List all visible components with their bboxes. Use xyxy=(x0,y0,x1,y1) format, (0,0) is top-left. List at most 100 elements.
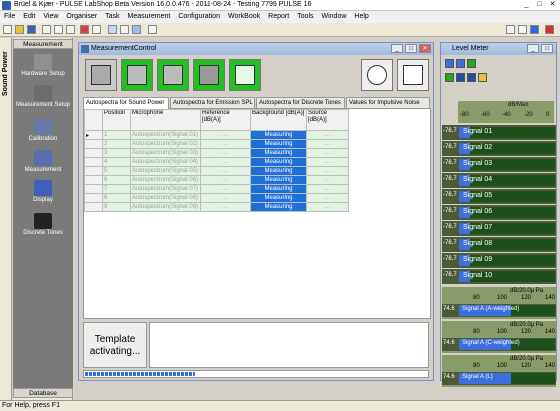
sound-power-tab[interactable]: Sound Power xyxy=(1,44,11,104)
table-icon[interactable] xyxy=(120,25,129,34)
table-row[interactable]: 6 Autospectrum(Signal 06)... Measuring... xyxy=(84,175,349,185)
cell-microphone[interactable]: Autospectrum(Signal 05) xyxy=(130,166,201,176)
tab-autospectra-emission-spl[interactable]: Autospectra for Emission SPL xyxy=(170,97,255,108)
cell-reference[interactable]: ... xyxy=(200,139,251,149)
col-header-background[interactable]: Background [dB(A)] xyxy=(250,109,307,131)
menu-view[interactable]: View xyxy=(39,11,62,23)
mc-close-button[interactable]: ✕ xyxy=(419,44,431,53)
col-header-microphone[interactable]: Microphone xyxy=(130,109,201,131)
record-icon[interactable] xyxy=(80,25,89,34)
menu-tools[interactable]: Tools xyxy=(293,11,317,23)
lm-minimize-button[interactable]: _ xyxy=(527,44,539,53)
copy-icon[interactable] xyxy=(54,25,63,34)
cut-icon[interactable] xyxy=(42,25,51,34)
table-row[interactable]: 7 Autospectrum(Signal 07)... Measuring... xyxy=(84,184,349,194)
nav-item-hardware-setup[interactable]: Hardware Setup xyxy=(13,54,73,77)
cell-background[interactable]: Measuring xyxy=(250,148,307,158)
menu-measurement[interactable]: Measurement xyxy=(124,11,175,23)
cell-position[interactable]: 7 xyxy=(102,184,131,194)
table-row[interactable]: 5 Autospectrum(Signal 05)... Measuring... xyxy=(84,166,349,176)
cell-background[interactable]: Measuring xyxy=(250,166,307,176)
cell-microphone[interactable]: Autospectrum(Signal 09) xyxy=(130,202,201,212)
cell-background[interactable]: Measuring xyxy=(250,139,307,149)
paste-icon[interactable] xyxy=(66,25,75,34)
col-header-reference[interactable]: Reference [dB(A)] xyxy=(200,109,251,131)
nav-item-display[interactable]: Display xyxy=(13,180,73,203)
menu-workbook[interactable]: WorkBook xyxy=(224,11,264,23)
maximize-button[interactable]: □ xyxy=(533,0,546,10)
mc-restore-button[interactable]: □ xyxy=(405,44,417,53)
arrow-down-icon[interactable] xyxy=(518,25,527,34)
cell-microphone[interactable]: Autospectrum(Signal 06) xyxy=(130,175,201,185)
tab-autospectra-sound-power[interactable]: Autospectra for Sound Power xyxy=(83,97,169,109)
table-row[interactable]: 8 Autospectrum(Signal 08)... Measuring... xyxy=(84,193,349,203)
new-icon[interactable] xyxy=(3,25,12,34)
calculator-button[interactable] xyxy=(193,59,225,91)
arrow-up-icon[interactable] xyxy=(506,25,515,34)
table-row[interactable]: 4 Autospectrum(Signal 04)... Measuring... xyxy=(84,157,349,167)
stop-icon[interactable] xyxy=(545,25,554,34)
cell-source[interactable]: ... xyxy=(306,139,349,149)
connect-button[interactable] xyxy=(361,59,393,91)
cell-microphone[interactable]: Autospectrum(Signal 02) xyxy=(130,139,201,149)
cell-source[interactable]: ... xyxy=(306,157,349,167)
tools-button[interactable] xyxy=(397,59,429,91)
cell-microphone[interactable]: Autospectrum(Signal 07) xyxy=(130,184,201,194)
table-row[interactable]: ▸ 1 Autospectrum(Signal 01)... Measuring... xyxy=(84,130,349,140)
nav-item-measurement[interactable]: Measurement xyxy=(13,150,73,173)
meter-toggle-icon[interactable] xyxy=(456,59,465,68)
cell-reference[interactable]: ... xyxy=(200,202,251,212)
menu-file[interactable]: File xyxy=(0,11,19,23)
speaker-button-1[interactable] xyxy=(121,59,153,91)
cell-background[interactable]: Measuring xyxy=(250,157,307,167)
menu-report[interactable]: Report xyxy=(264,11,293,23)
table-row[interactable]: 9 Autospectrum(Signal 09)... Measuring... xyxy=(84,202,349,212)
cell-position[interactable]: 8 xyxy=(102,193,131,203)
cell-position[interactable]: 2 xyxy=(102,139,131,149)
cell-reference[interactable]: ... xyxy=(200,193,251,203)
table-row[interactable]: 2 Autospectrum(Signal 02)... Measuring... xyxy=(84,139,349,149)
menu-edit[interactable]: Edit xyxy=(19,11,39,23)
cell-microphone[interactable]: Autospectrum(Signal 01) xyxy=(130,130,201,140)
col-header-source[interactable]: Source [dB(A)] xyxy=(306,109,349,131)
meter-layout-icon[interactable] xyxy=(445,73,454,82)
mc-minimize-button[interactable]: _ xyxy=(391,44,403,53)
menu-configuration[interactable]: Configuration xyxy=(174,11,224,23)
cell-background[interactable]: Measuring xyxy=(250,175,307,185)
col-header-position[interactable]: Position xyxy=(102,109,131,131)
nav-item-measurement-setup[interactable]: Measurement Setup xyxy=(13,85,73,108)
meter-layout-icon[interactable] xyxy=(467,59,476,68)
cell-reference[interactable]: ... xyxy=(200,184,251,194)
cell-source[interactable]: ... xyxy=(306,166,349,176)
meter-peak-icon[interactable] xyxy=(478,73,487,82)
cell-position[interactable]: 1 xyxy=(102,130,131,140)
print-icon[interactable] xyxy=(92,25,101,34)
menu-organiser[interactable]: Organiser xyxy=(62,11,101,23)
nav-item-calibration[interactable]: Calibration xyxy=(13,119,73,142)
menu-help[interactable]: Help xyxy=(350,11,372,23)
meter-toggle-icon[interactable] xyxy=(445,59,454,68)
cell-background[interactable]: Measuring xyxy=(250,130,307,140)
tab-impulsive-noise[interactable]: Values for Impulsive Noise xyxy=(346,97,430,108)
spreadsheet-button[interactable] xyxy=(229,59,261,91)
grid-icon[interactable] xyxy=(108,25,117,34)
nav-header[interactable]: Measurement xyxy=(13,39,73,49)
tab-autospectra-discrete-tones[interactable]: Autospectra for Discrete Tones xyxy=(256,97,345,108)
cell-background[interactable]: Measuring xyxy=(250,193,307,203)
speaker-off-button[interactable] xyxy=(85,59,117,91)
cell-position[interactable]: 9 xyxy=(102,202,131,212)
open-icon[interactable] xyxy=(15,25,24,34)
lm-restore-button[interactable]: □ xyxy=(541,44,553,53)
close-button[interactable]: ✕ xyxy=(546,0,559,10)
table-row[interactable]: 3 Autospectrum(Signal 03)... Measuring... xyxy=(84,148,349,158)
help-icon[interactable] xyxy=(148,25,157,34)
cell-position[interactable]: 6 xyxy=(102,175,131,185)
cell-position[interactable]: 4 xyxy=(102,157,131,167)
cell-reference[interactable]: ... xyxy=(200,166,251,176)
cell-position[interactable]: 3 xyxy=(102,148,131,158)
cell-background[interactable]: Measuring xyxy=(250,184,307,194)
menu-window[interactable]: Window xyxy=(318,11,351,23)
cell-source[interactable]: ... xyxy=(306,193,349,203)
cell-microphone[interactable]: Autospectrum(Signal 03) xyxy=(130,148,201,158)
cell-microphone[interactable]: Autospectrum(Signal 08) xyxy=(130,193,201,203)
